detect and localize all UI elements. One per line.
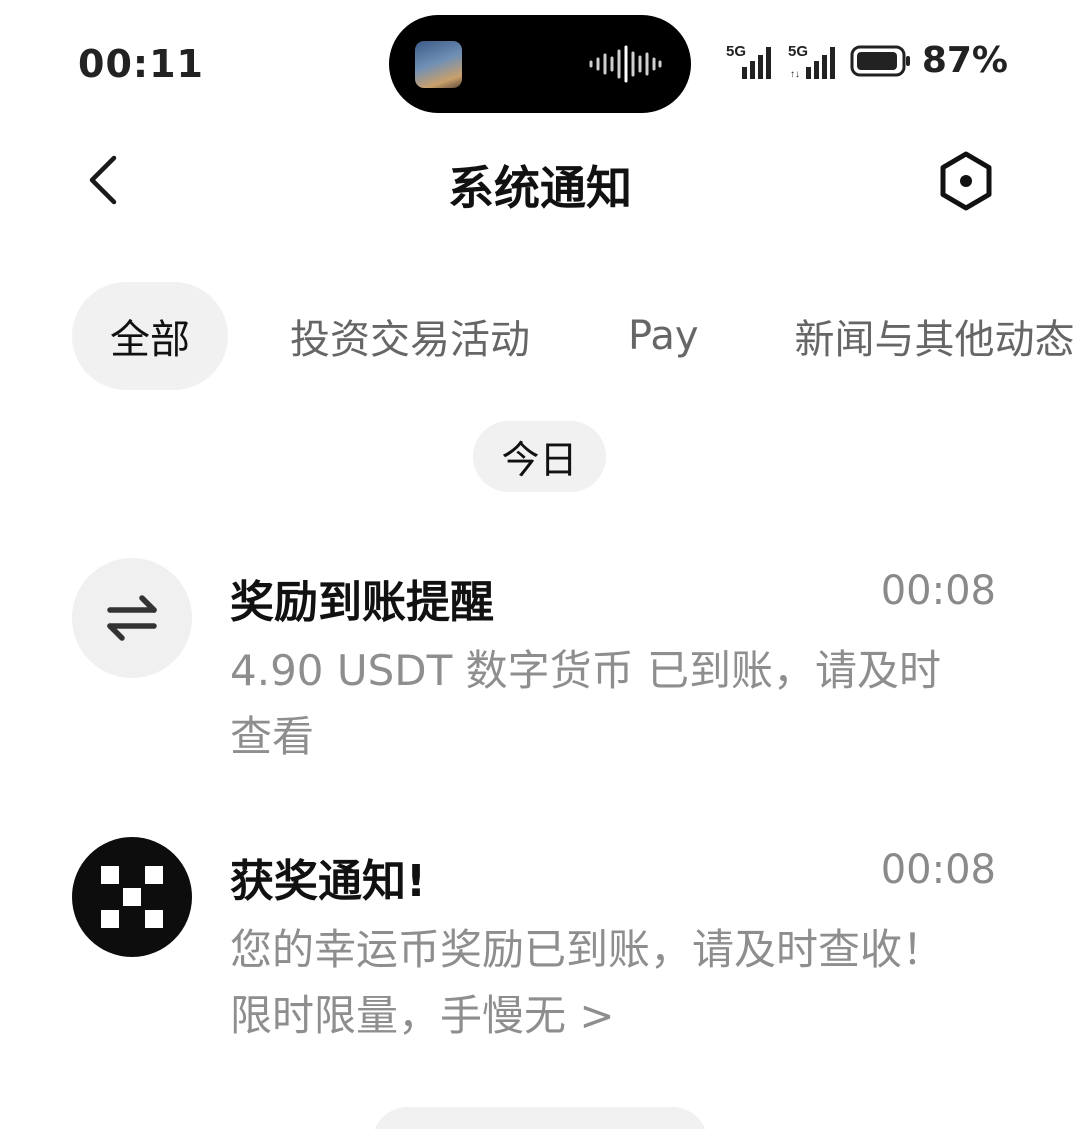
notification-screen: 00:11 5G 5G ↑↓ 87% 系统通知 全部 投资交易活动 Pay 新闻… xyxy=(0,0,1080,1129)
notification-title: 奖励到账提醒 xyxy=(230,577,494,628)
signal-2-label: 5G xyxy=(788,43,808,60)
hexagon-settings-icon xyxy=(940,151,992,211)
notification-time: 00:08 xyxy=(880,568,996,614)
page-title: 系统通知 xyxy=(448,161,632,215)
tab-pay[interactable]: Pay xyxy=(628,282,699,390)
notification-item[interactable]: 获奖通知! 00:08 您的幸运币奖励已到账，请及时查收！限时限量，手慢无 > xyxy=(72,837,1002,1057)
svg-text:↑↓: ↑↓ xyxy=(790,69,800,80)
status-time: 00:11 xyxy=(78,42,204,86)
signal-5g-icon: 5G xyxy=(726,43,771,79)
tab-trading-activity[interactable]: 投资交易活动 xyxy=(290,282,530,390)
date-group-label-next xyxy=(372,1107,708,1129)
okx-logo-icon xyxy=(101,866,163,928)
notification-avatar xyxy=(72,558,192,678)
notification-body: 您的幸运币奖励已到账，请及时查收！限时限量，手慢无 > xyxy=(230,925,945,1040)
audio-wave-icon xyxy=(589,45,662,83)
tab-news-and-other[interactable]: 新闻与其他动态 xyxy=(795,282,1075,390)
settings-button[interactable] xyxy=(935,150,997,212)
media-thumbnail xyxy=(415,41,462,88)
battery-icon xyxy=(850,45,910,76)
signal-5g-icon: 5G ↑↓ xyxy=(788,43,835,80)
notification-body: 4.90 USDT 数字货币 已到账，请及时查看 xyxy=(230,646,941,761)
swap-arrows-icon xyxy=(107,595,157,641)
notification-time: 00:08 xyxy=(880,847,996,893)
battery-percent: 87% xyxy=(921,40,1008,81)
category-tabs: 全部 投资交易活动 Pay 新闻与其他动态 xyxy=(72,282,1075,390)
notification-title: 获奖通知! xyxy=(230,856,427,907)
notification-avatar xyxy=(72,837,192,957)
date-group-label: 今日 xyxy=(473,421,606,492)
status-icons: 5G 5G ↑↓ 87% xyxy=(726,40,1008,81)
tab-all[interactable]: 全部 xyxy=(72,282,228,390)
notification-item[interactable]: 奖励到账提醒 00:08 4.90 USDT 数字货币 已到账，请及时查看 xyxy=(72,558,1002,778)
dynamic-island[interactable] xyxy=(389,15,691,113)
signal-1-label: 5G xyxy=(726,43,746,60)
